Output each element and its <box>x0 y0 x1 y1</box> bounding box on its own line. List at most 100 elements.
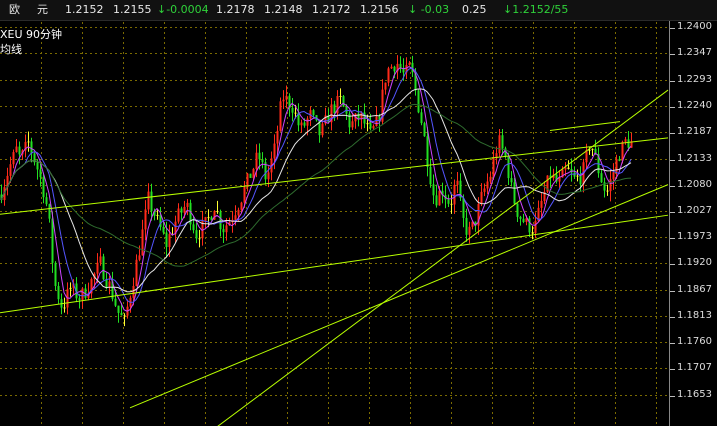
candle-body <box>432 184 435 196</box>
candle-body <box>612 172 615 180</box>
candle-body <box>564 167 567 170</box>
candle-body <box>606 190 609 192</box>
candle-body <box>15 146 18 153</box>
candle-body <box>402 68 405 73</box>
y-tick-mark <box>670 238 675 239</box>
candle-body <box>279 101 282 131</box>
candle-body <box>468 226 471 235</box>
candle-body <box>249 173 252 178</box>
candle-body <box>267 172 270 180</box>
candle-body <box>177 208 180 222</box>
candle-body <box>627 139 630 148</box>
candle-body <box>498 135 501 154</box>
candle-body <box>63 307 66 309</box>
candle-body <box>333 104 336 114</box>
candle-body <box>531 232 534 234</box>
candle-body <box>306 118 309 126</box>
y-tick-mark <box>670 160 675 161</box>
y-tick-label: 1.2187 <box>677 125 712 137</box>
y-tick-mark <box>670 107 675 108</box>
candle-body <box>246 173 249 188</box>
indicator-label: 均线 <box>0 43 22 56</box>
candle-body <box>48 204 51 219</box>
candle-body <box>507 156 510 179</box>
candle-body <box>99 256 102 263</box>
candle-body <box>489 176 492 182</box>
candle-body <box>162 226 165 233</box>
y-tick-label: 1.1813 <box>677 309 712 321</box>
candle-body <box>462 197 465 218</box>
candle-body <box>120 312 123 316</box>
candle-body <box>369 123 372 129</box>
candle-body <box>255 152 258 169</box>
y-tick-label: 1.2400 <box>677 20 712 32</box>
y-tick-label: 1.2240 <box>677 99 712 111</box>
candle-body <box>372 126 375 129</box>
candle-body <box>387 68 390 83</box>
candle-body <box>78 298 81 300</box>
candle-body <box>579 175 582 185</box>
candle-body <box>27 141 30 143</box>
y-tick-mark <box>670 133 675 134</box>
candle-body <box>261 159 264 163</box>
candle-body <box>501 135 504 149</box>
candle-body <box>285 95 288 100</box>
candle-body <box>81 288 84 300</box>
y-tick-label: 1.2347 <box>677 46 712 58</box>
candle-body <box>123 315 126 317</box>
candle-body <box>186 202 189 207</box>
candle-body <box>483 188 486 192</box>
candle-body <box>180 208 183 213</box>
y-tick-mark <box>670 343 675 344</box>
candle-body <box>51 218 54 263</box>
candle-body <box>135 259 138 286</box>
candle-body <box>12 152 15 165</box>
candle-body <box>393 66 396 72</box>
candle-body <box>456 180 459 185</box>
candle-body <box>54 262 57 286</box>
candle-body <box>273 143 276 159</box>
candle-body <box>204 217 207 221</box>
candle-body <box>492 158 495 177</box>
candle-body <box>435 195 438 206</box>
candle-body <box>375 116 378 127</box>
candle-body <box>39 169 42 178</box>
candle-body <box>96 262 99 274</box>
candle-body <box>237 209 240 216</box>
candle-body <box>447 199 450 204</box>
candle-body <box>30 141 33 154</box>
candle-body <box>465 217 468 235</box>
y-tick-label: 1.1760 <box>677 335 712 347</box>
candle-body <box>240 202 243 210</box>
candle-body <box>339 96 342 98</box>
candle-body <box>513 182 516 204</box>
candle-body <box>519 216 522 219</box>
candle-body <box>321 123 324 136</box>
candle-body <box>216 211 219 213</box>
candle-body <box>429 166 432 185</box>
candle-body <box>480 191 483 204</box>
candle-body <box>417 90 420 113</box>
candle-body <box>600 173 603 183</box>
y-tick-mark <box>670 54 675 55</box>
candle-body <box>516 203 519 217</box>
candle-body <box>195 230 198 239</box>
candle-body <box>69 287 72 290</box>
candle-body <box>486 181 489 189</box>
candle-body <box>150 191 153 212</box>
price-chart[interactable] <box>0 0 717 426</box>
candle-body <box>591 148 594 150</box>
candle-body <box>351 121 354 128</box>
candle-body <box>618 159 621 161</box>
y-tick-mark <box>670 186 675 187</box>
candle-body <box>225 225 228 233</box>
candle-body <box>207 217 210 219</box>
candle-body <box>384 82 387 90</box>
candle-body <box>588 149 591 151</box>
candle-body <box>423 123 426 137</box>
y-tick-mark <box>670 317 675 318</box>
candle-body <box>510 178 513 183</box>
candle-body <box>42 177 45 198</box>
candle-body <box>426 136 429 167</box>
candle-body <box>36 162 39 170</box>
